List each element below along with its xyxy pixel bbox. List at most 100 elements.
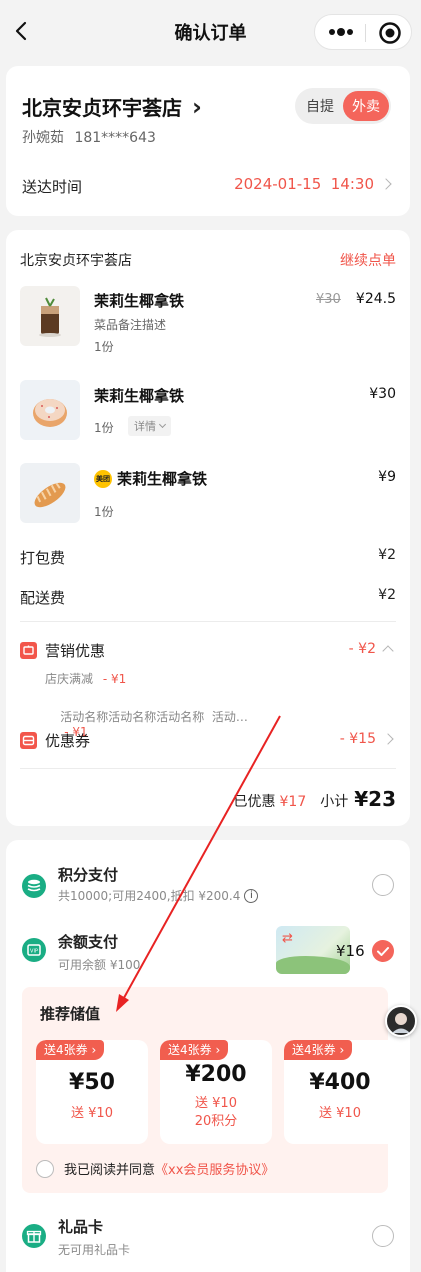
item-detail-button[interactable]: 详情	[128, 416, 171, 436]
item-name: 茉莉生椰拿铁	[94, 292, 185, 310]
pickup-option[interactable]: 自提	[299, 88, 341, 124]
promo-line-text: 活动名称活动名称活动名称 活动…	[60, 710, 248, 724]
more-icon[interactable]	[325, 23, 357, 41]
item-quantity: 1份	[94, 421, 114, 435]
promo-title: 营销优惠	[45, 642, 106, 660]
agreement-checkbox[interactable]	[36, 1159, 54, 1178]
points-icon	[22, 874, 46, 898]
balance-desc: 可用余额 ¥100	[58, 958, 141, 972]
meituan-badge: 美团	[94, 469, 112, 488]
item-detail-label: 详情	[134, 420, 156, 433]
packing-fee-value: ¥2	[378, 547, 396, 563]
subtotal-value: ¥23	[354, 787, 396, 811]
agreement-link[interactable]: 《xx会员服务协议》	[155, 1159, 274, 1178]
delivery-fee-value: ¥2	[378, 587, 396, 603]
gift-card-desc: 无可用礼品卡	[58, 1243, 131, 1257]
customer-name: 孙婉茹	[22, 130, 64, 146]
item-quantity: 1份	[94, 505, 114, 519]
target-icon[interactable]	[378, 21, 402, 45]
recharge-gift: 送 ¥10	[195, 1096, 237, 1111]
info-icon[interactable]: i	[244, 888, 259, 903]
swap-icon: ⇄	[282, 931, 293, 946]
item-name-row: 美团 茉莉生椰拿铁	[94, 468, 207, 489]
chevron-up-icon	[382, 645, 394, 657]
subtotal-label: 小计	[320, 794, 349, 810]
recharge-option[interactable]: 送4张券 › ¥50 送 ¥10	[36, 1040, 148, 1144]
balance-amount: ¥16	[336, 942, 365, 960]
delivery-option[interactable]: 外卖	[343, 91, 389, 121]
item-name: 茉莉生椰拿铁	[117, 470, 208, 488]
chevron-right-icon: ›	[192, 92, 202, 121]
promo-line-amount: - ¥1	[102, 672, 127, 686]
order-summary: 已优惠 ¥17 小计 ¥23	[234, 787, 396, 811]
points-desc: 共10000;可用2400,抵扣 ¥200.4	[58, 889, 241, 903]
continue-order-link[interactable]: 继续点单	[340, 250, 396, 270]
promo-line: 店庆满减 - ¥1	[45, 670, 126, 687]
item-original-price: ¥30	[316, 292, 341, 307]
promo-toggle[interactable]: - ¥2	[348, 641, 394, 657]
floating-avatar[interactable]	[385, 1005, 417, 1037]
gift-card-icon	[22, 1224, 46, 1248]
item-quantity: 1份	[94, 340, 114, 354]
item-price: ¥24.5	[355, 291, 396, 307]
points-desc-row: 共10000;可用2400,抵扣 ¥200.4 i	[58, 887, 259, 904]
svg-text:VIP: VIP	[30, 949, 38, 955]
coupon-gift-tag: 送4张券 ›	[160, 1040, 229, 1060]
balance-title: 余额支付	[58, 933, 119, 951]
product-image-donut	[20, 380, 80, 440]
store-name-row[interactable]: 北京安贞环宇荟店 ›	[22, 92, 202, 121]
recharge-option[interactable]: 送4张券 › ¥200 送 ¥10 20积分	[160, 1040, 272, 1144]
order-store-name: 北京安贞环宇荟店	[20, 253, 132, 269]
discount-value: ¥17	[279, 794, 307, 810]
delivery-time-value: 2024-01-15 14:30	[234, 175, 374, 193]
coupon-selector[interactable]: - ¥15	[339, 731, 394, 747]
agreement-row: 我已阅读并同意 《xx会员服务协议》	[36, 1159, 274, 1178]
recharge-option[interactable]: 送4张券 › ¥400 送 ¥10	[284, 1040, 390, 1144]
product-image-bread	[20, 463, 80, 523]
recharge-amount: ¥400	[309, 1070, 371, 1095]
delivery-time-selector[interactable]: 2024-01-15 14:30	[234, 175, 392, 193]
coupon-gift-tag: 送4张券 ›	[36, 1040, 105, 1060]
promo-amount: - ¥2	[348, 641, 376, 657]
nav-bar: 确认订单	[0, 0, 421, 62]
points-title: 积分支付	[58, 866, 119, 884]
discount-label: 已优惠	[233, 794, 276, 810]
gift-card-title: 礼品卡	[58, 1218, 104, 1236]
coupon-title: 优惠券	[45, 732, 91, 750]
chevron-right-icon	[382, 733, 394, 745]
order-card: 北京安贞环宇荟店 继续点单 茉莉生椰拿铁 菜品备注描述 1份 ¥30 ¥24.5…	[6, 230, 410, 826]
capsule-divider	[365, 24, 366, 42]
points-radio[interactable]	[372, 874, 394, 896]
divider	[20, 768, 396, 769]
recharge-amount: ¥50	[69, 1070, 115, 1095]
recharge-gift: 送 ¥10	[319, 1106, 361, 1121]
chevron-down-icon	[158, 420, 167, 429]
coupon-icon	[20, 732, 37, 749]
delivery-fee-label: 配送费	[20, 589, 66, 607]
gift-card-radio[interactable]	[372, 1225, 394, 1247]
store-name: 北京安贞环宇荟店	[22, 96, 182, 120]
chevron-right-icon	[380, 178, 392, 190]
promo-line-text: 店庆满减	[45, 672, 94, 686]
divider	[20, 621, 396, 622]
customer-info: 孙婉茹 181****643	[22, 127, 156, 147]
customer-phone: 181****643	[74, 130, 156, 146]
recharge-title: 推荐储值	[40, 1005, 101, 1023]
order-type-toggle: 自提 外卖	[295, 88, 391, 124]
product-image-iced-coffee	[20, 286, 80, 346]
mini-program-capsule	[314, 14, 412, 50]
balance-icon: VIP	[22, 938, 46, 962]
balance-checked-icon[interactable]	[372, 940, 394, 962]
recharge-gift: 送 ¥10	[71, 1106, 113, 1121]
item-price: ¥30	[369, 386, 396, 402]
recharge-amount: ¥200	[185, 1062, 247, 1087]
item-name: 茉莉生椰拿铁	[94, 387, 185, 405]
store-card: 北京安贞环宇荟店 › 孙婉茹 181****643 自提 外卖 送达时间 202…	[6, 66, 410, 216]
item-price: ¥9	[378, 469, 396, 485]
coupon-amount: - ¥15	[339, 731, 376, 747]
delivery-time-label: 送达时间	[22, 178, 83, 196]
item-note: 菜品备注描述	[94, 318, 167, 332]
recharge-points-gift: 20积分	[194, 1114, 238, 1129]
agreement-text: 我已阅读并同意	[64, 1163, 156, 1178]
coupon-gift-tag: 送4张券 ›	[284, 1040, 353, 1060]
